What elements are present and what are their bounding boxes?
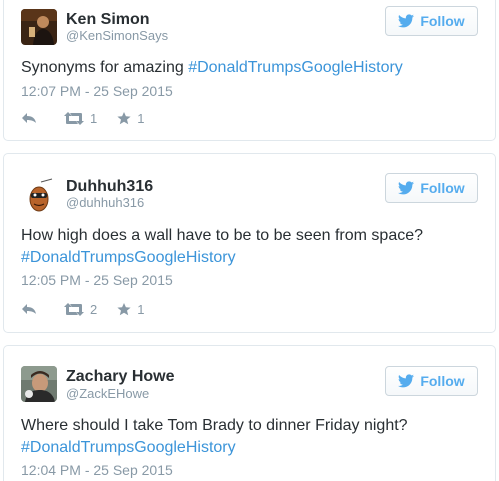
follow-button[interactable]: Follow: [385, 366, 478, 396]
user-handle[interactable]: @ZackEHowe: [66, 386, 149, 401]
tweet-card: Duhhuh316 @duhhuh316 Follow How high doe…: [3, 153, 496, 333]
timestamp[interactable]: 12:04 PM - 25 Sep 2015: [21, 462, 173, 478]
reply-button[interactable]: [21, 112, 37, 124]
tweet-text: Where should I take Tom Brady to dinner …: [21, 415, 481, 459]
reply-icon: [22, 304, 36, 314]
retweet-icon: [64, 111, 84, 125]
hashtag-link[interactable]: #DonaldTrumpsGoogleHistory: [21, 437, 481, 459]
twitter-bird-icon: [398, 181, 415, 195]
display-name[interactable]: Zachary Howe: [66, 368, 174, 386]
tweet-card: Zachary Howe @ZackEHowe Follow Where sho…: [3, 345, 496, 481]
reply-icon: [22, 113, 36, 123]
avatar[interactable]: [21, 366, 57, 402]
follow-button[interactable]: Follow: [385, 173, 478, 203]
retweet-count: 1: [90, 110, 98, 126]
tweet-feed: Ken Simon @KenSimonSays Follow Synonyms …: [0, 0, 499, 481]
twitter-bird-icon: [398, 14, 415, 28]
follow-label: Follow: [420, 373, 465, 389]
tweet-actions: 1 1: [21, 109, 164, 127]
timestamp[interactable]: 12:07 PM - 25 Sep 2015: [21, 83, 173, 99]
retweet-count: 2: [90, 301, 98, 317]
favorite-star-icon: [117, 111, 131, 124]
tweet-body: How high does a wall have to be to be se…: [21, 227, 424, 244]
timestamp[interactable]: 12:05 PM - 25 Sep 2015: [21, 272, 173, 288]
twitter-bird-icon: [398, 374, 415, 388]
tweet-body: Synonyms for amazing: [21, 59, 189, 76]
tweet-body: Where should I take Tom Brady to dinner …: [21, 417, 408, 434]
favorite-button[interactable]: 1: [117, 111, 144, 126]
display-name[interactable]: Duhhuh316: [66, 178, 153, 196]
follow-button[interactable]: Follow: [385, 6, 478, 36]
avatar[interactable]: [21, 178, 57, 214]
retweet-button[interactable]: 1: [64, 111, 97, 126]
tweet-card: Ken Simon @KenSimonSays Follow Synonyms …: [3, 0, 496, 141]
follow-label: Follow: [420, 13, 465, 29]
avatar[interactable]: [21, 9, 57, 45]
follow-label: Follow: [420, 180, 465, 196]
user-handle[interactable]: @duhhuh316: [66, 195, 144, 210]
hashtag-link[interactable]: #DonaldTrumpsGoogleHistory: [21, 247, 481, 269]
tweet-text: How high does a wall have to be to be se…: [21, 225, 481, 269]
display-name[interactable]: Ken Simon: [66, 11, 150, 29]
hashtag-link[interactable]: #DonaldTrumpsGoogleHistory: [188, 59, 403, 76]
favorite-count: 1: [137, 301, 145, 317]
favorite-star-icon: [117, 302, 131, 315]
favorite-button[interactable]: 1: [117, 302, 144, 317]
reply-button[interactable]: [21, 303, 37, 315]
tweet-text: Synonyms for amazing #DonaldTrumpsGoogle…: [21, 57, 481, 79]
favorite-count: 1: [137, 110, 145, 126]
tweet-actions: 2 1: [21, 300, 164, 318]
retweet-button[interactable]: 2: [64, 302, 97, 317]
user-handle[interactable]: @KenSimonSays: [66, 28, 168, 43]
retweet-icon: [64, 302, 84, 316]
